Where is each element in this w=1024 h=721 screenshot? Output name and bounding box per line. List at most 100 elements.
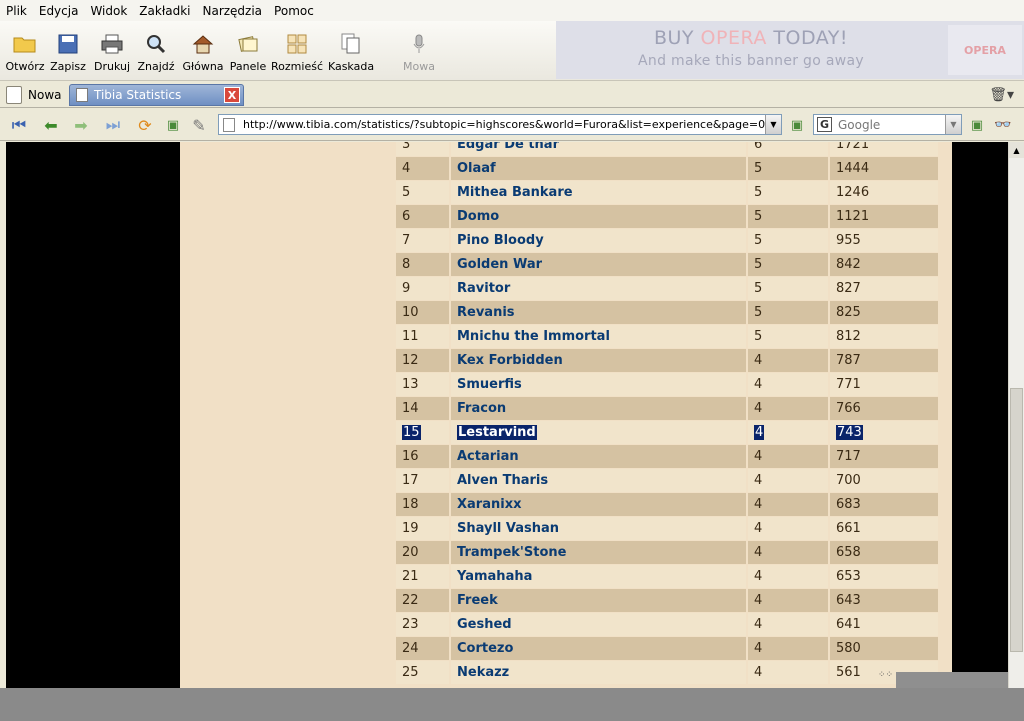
- rank-cell: 13: [396, 373, 451, 396]
- trash-icon[interactable]: 🗑▾: [989, 87, 1014, 103]
- save-label: Zapisz: [50, 60, 86, 73]
- player-name-link[interactable]: Kex Forbidden: [451, 349, 748, 372]
- player-name-link-text: Fracon: [457, 401, 507, 416]
- go-icon[interactable]: ▣: [786, 115, 808, 135]
- tab-tibia-statistics[interactable]: Tibia Statistics X: [69, 84, 244, 106]
- level-cell-text: 4: [754, 401, 763, 416]
- player-name-link[interactable]: Edgar De thar: [451, 142, 748, 156]
- save-button[interactable]: Zapisz: [50, 23, 86, 73]
- player-name-link-text: Mithea Bankare: [457, 185, 573, 200]
- points-cell-text: 700: [836, 473, 861, 488]
- menu-view[interactable]: Widok: [90, 4, 127, 18]
- player-name-link-text: Yamahaha: [457, 569, 533, 584]
- rank-cell: 18: [396, 493, 451, 516]
- menu-file[interactable]: Plik: [6, 4, 27, 18]
- table-row: 12 Kex Forbidden 4 787: [396, 349, 938, 372]
- level-cell-text: 5: [754, 305, 763, 320]
- opera-ad-banner[interactable]: BUY OPERA TODAY! And make this banner go…: [556, 21, 1024, 79]
- level-cell-text: 4: [754, 665, 763, 680]
- google-icon: G: [817, 117, 832, 132]
- player-name-link[interactable]: Shayll Vashan: [451, 517, 748, 540]
- menu-edit[interactable]: Edycja: [39, 4, 79, 18]
- level-cell-text: 5: [754, 281, 763, 296]
- level-cell: 4: [748, 661, 830, 684]
- glasses-icon[interactable]: 👓: [992, 115, 1014, 135]
- level-cell: 5: [748, 253, 830, 276]
- back-arrow-icon[interactable]: ⬅: [40, 115, 62, 135]
- level-cell-text: 4: [754, 353, 763, 368]
- rank-cell: 19: [396, 517, 451, 540]
- table-row: 22 Freek 4 643: [396, 589, 938, 612]
- menu-help[interactable]: Pomoc: [274, 4, 314, 18]
- menu-tools[interactable]: Narzędzia: [202, 4, 262, 18]
- tab-title: Tibia Statistics: [94, 88, 182, 102]
- search-field[interactable]: G Google ▼: [813, 114, 962, 135]
- menu-bookmarks[interactable]: Zakładki: [139, 4, 190, 18]
- player-name-link-text: Nekazz: [457, 665, 510, 680]
- rewind-icon[interactable]: ⏮: [8, 115, 30, 135]
- points-cell: 827: [830, 277, 938, 300]
- table-row: 5 Mithea Bankare 5 1246: [396, 181, 938, 204]
- find-button[interactable]: Znajdź: [137, 23, 175, 73]
- add-bookmark-icon[interactable]: ▣: [162, 115, 184, 135]
- rank-cell-text: 24: [402, 641, 419, 656]
- close-tab-icon[interactable]: X: [224, 87, 240, 103]
- search-dropdown-icon[interactable]: ▼: [945, 115, 961, 134]
- player-name-link[interactable]: Olaaf: [451, 157, 748, 180]
- table-row: 10 Revanis 5 825: [396, 301, 938, 324]
- voice-button[interactable]: Mowa: [400, 23, 438, 73]
- level-cell: 4: [748, 493, 830, 516]
- scroll-up-icon[interactable]: ▲: [1009, 142, 1024, 158]
- level-cell-text: 4: [754, 425, 765, 440]
- url-dropdown-icon[interactable]: ▼: [765, 115, 781, 134]
- player-name-link[interactable]: Geshed: [451, 613, 748, 636]
- panels-button[interactable]: Panele: [230, 23, 266, 73]
- url-field[interactable]: http://www.tibia.com/statistics/?subtopi…: [218, 114, 782, 135]
- rank-cell-text: 14: [402, 401, 419, 416]
- player-name-link[interactable]: Freek: [451, 589, 748, 612]
- player-name-link[interactable]: Smuerfis: [451, 373, 748, 396]
- player-name-link-text: Trampek'Stone: [457, 545, 567, 560]
- player-name-link[interactable]: Mithea Bankare: [451, 181, 748, 204]
- player-name-link[interactable]: Mnichu the Immortal: [451, 325, 748, 348]
- player-name-link[interactable]: Nekazz: [451, 661, 748, 684]
- points-cell-text: 827: [836, 281, 861, 296]
- player-name-link[interactable]: Pino Bloody: [451, 229, 748, 252]
- player-name-link[interactable]: Yamahaha: [451, 565, 748, 588]
- player-name-link[interactable]: Lestarvind: [451, 421, 748, 444]
- open-button[interactable]: Otwórz: [6, 23, 45, 73]
- player-name-link-text: Geshed: [457, 617, 512, 632]
- level-cell-text: 4: [754, 449, 763, 464]
- edit-pencil-icon[interactable]: ✎: [188, 115, 210, 135]
- level-cell: 5: [748, 325, 830, 348]
- print-button[interactable]: Drukuj: [94, 23, 130, 73]
- rank-cell-text: 12: [402, 353, 419, 368]
- reload-icon[interactable]: ⟳: [134, 115, 156, 135]
- resize-grip-icon[interactable]: ⁘⁘: [878, 670, 893, 680]
- player-name-link[interactable]: Fracon: [451, 397, 748, 420]
- search-go-icon[interactable]: ▣: [966, 115, 988, 135]
- points-cell: 658: [830, 541, 938, 564]
- cascade-button[interactable]: Kaskada: [328, 23, 374, 73]
- forward-arrow-icon[interactable]: ➡: [70, 115, 92, 135]
- player-name-link[interactable]: Xaranixx: [451, 493, 748, 516]
- home-label: Główna: [182, 60, 224, 73]
- status-area: [0, 688, 1024, 721]
- rank-cell: 5: [396, 181, 451, 204]
- player-name-link[interactable]: Trampek'Stone: [451, 541, 748, 564]
- fast-forward-icon[interactable]: ⏭: [102, 115, 124, 135]
- player-name-link[interactable]: Actarian: [451, 445, 748, 468]
- player-name-link[interactable]: Ravitor: [451, 277, 748, 300]
- vertical-scrollbar[interactable]: ▲: [1008, 142, 1024, 688]
- player-name-link-text: Mnichu the Immortal: [457, 329, 610, 344]
- home-button[interactable]: Główna: [182, 23, 224, 73]
- scrollbar-thumb[interactable]: [1010, 388, 1023, 652]
- player-name-link[interactable]: Domo: [451, 205, 748, 228]
- player-name-link[interactable]: Alven Tharis: [451, 469, 748, 492]
- new-tab-button[interactable]: Nowa: [6, 84, 62, 106]
- player-name-link[interactable]: Golden War: [451, 253, 748, 276]
- player-name-link[interactable]: Revanis: [451, 301, 748, 324]
- tile-button[interactable]: Rozmieść: [271, 23, 323, 73]
- level-cell: 5: [748, 301, 830, 324]
- player-name-link[interactable]: Cortezo: [451, 637, 748, 660]
